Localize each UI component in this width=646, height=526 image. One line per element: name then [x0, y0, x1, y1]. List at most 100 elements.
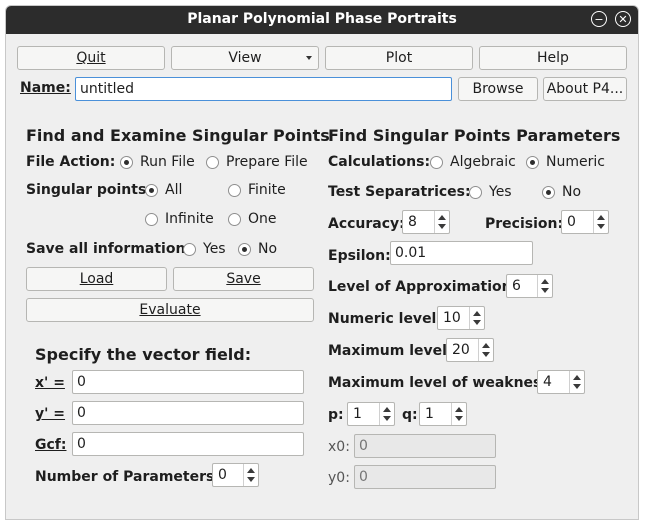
arrow-down-icon[interactable] — [541, 288, 549, 293]
max-weakness-value: 4 — [543, 374, 552, 390]
prepare-file-label: Prepare File — [226, 154, 308, 170]
spin-arrows[interactable] — [469, 307, 484, 329]
evaluate-label: Evaluate — [139, 302, 201, 318]
spin-arrows[interactable] — [379, 403, 394, 425]
minimize-icon[interactable]: − — [591, 11, 607, 27]
arrow-down-icon[interactable] — [455, 416, 463, 421]
spin-arrows[interactable] — [451, 403, 466, 425]
spin-arrows[interactable] — [537, 275, 552, 297]
arrow-up-icon[interactable] — [247, 468, 255, 473]
name-input[interactable]: untitled — [75, 77, 452, 101]
arrow-up-icon[interactable] — [597, 215, 605, 220]
epsilon-label: Epsilon: — [328, 248, 391, 264]
maximum-level-label: Maximum level: — [328, 343, 453, 359]
max-weakness-spinbox[interactable]: 4 — [537, 370, 585, 394]
spin-arrows[interactable] — [569, 371, 584, 393]
numeric-level-spinbox[interactable]: 10 — [437, 306, 485, 330]
arrow-down-icon[interactable] — [438, 224, 446, 229]
one-radio[interactable] — [228, 213, 241, 226]
level-approx-value: 6 — [512, 278, 521, 294]
one-label: One — [248, 211, 277, 227]
arrow-down-icon[interactable] — [597, 224, 605, 229]
arrow-up-icon[interactable] — [473, 311, 481, 316]
accuracy-spinbox[interactable]: 8 — [402, 210, 450, 234]
chevron-down-icon — [306, 56, 312, 60]
x0-input[interactable] — [354, 434, 496, 458]
infinite-radio[interactable] — [145, 213, 158, 226]
main-window: Planar Polynomial Phase Portraits − ✕ Qu… — [5, 5, 639, 520]
arrow-down-icon[interactable] — [482, 352, 490, 357]
precision-spinbox[interactable]: 0 — [561, 210, 609, 234]
algebraic-label: Algebraic — [450, 154, 516, 170]
separatrices-yes-radio[interactable] — [469, 186, 482, 199]
arrow-up-icon[interactable] — [455, 407, 463, 412]
run-file-label: Run File — [140, 154, 195, 170]
arrow-down-icon[interactable] — [473, 320, 481, 325]
browse-label: Browse — [472, 81, 524, 97]
about-button[interactable]: About P4... — [543, 77, 627, 101]
arrow-down-icon[interactable] — [573, 384, 581, 389]
maximum-level-spinbox[interactable]: 20 — [446, 338, 494, 362]
x-prime-input[interactable]: 0 — [72, 370, 304, 394]
separatrices-no-label: No — [562, 184, 582, 200]
help-button[interactable]: Help — [479, 46, 627, 70]
p-spinbox[interactable]: 1 — [347, 402, 395, 426]
browse-button[interactable]: Browse — [458, 77, 538, 101]
arrow-up-icon[interactable] — [541, 279, 549, 284]
prepare-file-radio[interactable] — [206, 156, 219, 169]
all-label: All — [165, 182, 183, 198]
arrow-up-icon[interactable] — [383, 407, 391, 412]
arrow-up-icon[interactable] — [573, 375, 581, 380]
save-yes-radio[interactable] — [183, 243, 196, 256]
arrow-down-icon[interactable] — [247, 477, 255, 482]
spin-arrows[interactable] — [243, 464, 258, 486]
separatrices-no-radio[interactable] — [542, 186, 555, 199]
save-yes-label: Yes — [203, 241, 226, 257]
q-spinbox[interactable]: 1 — [419, 402, 467, 426]
spin-arrows[interactable] — [434, 211, 449, 233]
calculations-label: Calculations: — [328, 154, 431, 170]
save-no-label: No — [258, 241, 278, 257]
algebraic-radio[interactable] — [430, 156, 443, 169]
x-prime-label: x' = — [35, 375, 65, 391]
p-value: 1 — [353, 406, 362, 422]
parameters-heading: Find Singular Points Parameters — [328, 126, 621, 145]
infinite-label: Infinite — [165, 211, 214, 227]
close-icon[interactable]: ✕ — [615, 11, 631, 27]
finite-radio[interactable] — [228, 184, 241, 197]
save-label: Save — [226, 271, 261, 287]
save-button[interactable]: Save — [173, 267, 314, 291]
y0-input[interactable] — [354, 465, 496, 489]
singular-points-heading: Find and Examine Singular Points — [26, 126, 330, 145]
num-params-spinbox[interactable]: 0 — [212, 463, 259, 487]
run-file-radio[interactable] — [120, 156, 133, 169]
num-params-label: Number of Parameters: — [35, 469, 220, 485]
arrow-up-icon[interactable] — [482, 343, 490, 348]
load-button[interactable]: Load — [26, 267, 167, 291]
separatrices-yes-label: Yes — [489, 184, 512, 200]
accuracy-value: 8 — [408, 214, 417, 230]
all-radio[interactable] — [145, 184, 158, 197]
spin-arrows[interactable] — [593, 211, 608, 233]
level-approx-spinbox[interactable]: 6 — [506, 274, 553, 298]
arrow-down-icon[interactable] — [383, 416, 391, 421]
save-no-radio[interactable] — [238, 243, 251, 256]
gcf-input[interactable]: 0 — [72, 432, 304, 456]
y-prime-input[interactable]: 0 — [72, 401, 304, 425]
spin-arrows[interactable] — [478, 339, 493, 361]
view-label: View — [228, 50, 262, 66]
quit-button[interactable]: Quit — [17, 46, 165, 70]
accuracy-label: Accuracy: — [328, 216, 405, 232]
y-prime-label: y' = — [35, 406, 66, 422]
numeric-label: Numeric — [546, 154, 605, 170]
arrow-up-icon[interactable] — [438, 215, 446, 220]
title-bar: Planar Polynomial Phase Portraits − ✕ — [6, 6, 638, 34]
evaluate-button[interactable]: Evaluate — [26, 298, 314, 322]
epsilon-input[interactable]: 0.01 — [390, 241, 533, 265]
gcf-label: Gcf: — [35, 437, 67, 453]
about-label: About P4... — [546, 81, 624, 97]
plot-button[interactable]: Plot — [325, 46, 473, 70]
numeric-level-label: Numeric level: — [328, 311, 442, 327]
view-dropdown-button[interactable]: View — [171, 46, 319, 70]
numeric-radio[interactable] — [526, 156, 539, 169]
